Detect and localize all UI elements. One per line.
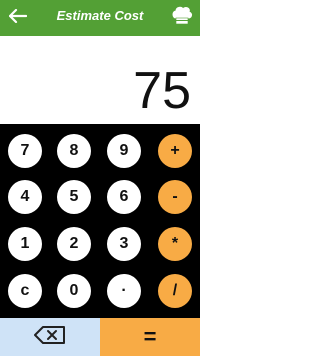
key-4[interactable]: 4 xyxy=(8,180,42,214)
key-clear[interactable]: c xyxy=(8,274,42,308)
top-app-bar: Estimate Cost xyxy=(0,0,200,36)
key-0[interactable]: 0 xyxy=(57,274,91,308)
key-5[interactable]: 5 xyxy=(57,180,91,214)
key-plus[interactable]: + xyxy=(158,134,192,168)
key-8[interactable]: 8 xyxy=(57,134,91,168)
key-1[interactable]: 1 xyxy=(8,227,42,261)
calculator-screen: Estimate Cost 75 7 8 9 + 4 5 6 - 1 2 3 * xyxy=(0,0,200,356)
backspace-button[interactable] xyxy=(0,318,100,356)
key-3[interactable]: 3 xyxy=(107,227,141,261)
key-9[interactable]: 9 xyxy=(107,134,141,168)
key-multiply[interactable]: * xyxy=(158,227,192,261)
key-minus[interactable]: - xyxy=(158,180,192,214)
equals-button[interactable]: = xyxy=(100,318,200,356)
chef-hat-icon xyxy=(171,6,193,31)
key-divide[interactable]: / xyxy=(158,274,192,308)
key-7[interactable]: 7 xyxy=(8,134,42,168)
display-value: 75 xyxy=(133,62,191,120)
key-2[interactable]: 2 xyxy=(57,227,91,261)
keypad: 7 8 9 + 4 5 6 - 1 2 3 * c 0 · / xyxy=(0,124,200,318)
result-display: 75 xyxy=(0,36,200,124)
chef-button[interactable] xyxy=(170,6,194,30)
key-decimal[interactable]: · xyxy=(107,274,141,308)
backspace-icon xyxy=(34,325,66,349)
key-6[interactable]: 6 xyxy=(107,180,141,214)
